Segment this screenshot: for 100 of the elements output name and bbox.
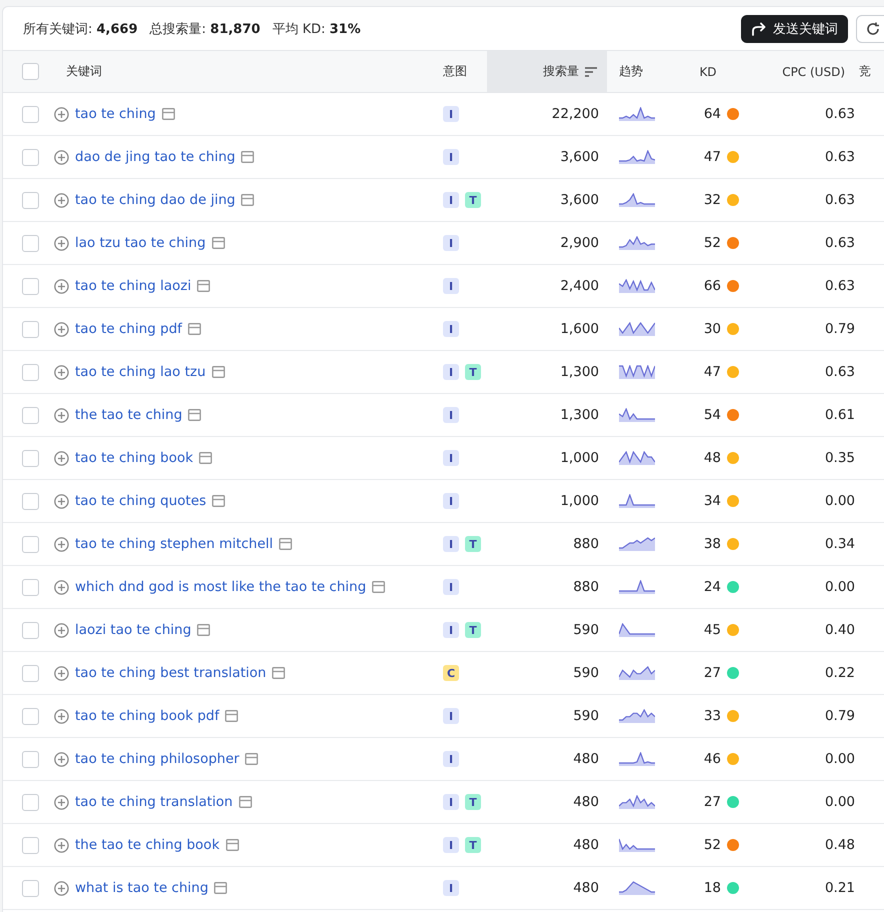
keyword-link[interactable]: the tao te ching [75, 407, 182, 423]
keyword-link[interactable]: dao de jing tao te ching [75, 149, 236, 165]
search-volume: 480 [573, 794, 599, 810]
keyword-link[interactable]: which dnd god is most like the tao te ching [75, 579, 366, 595]
kd-value: 52 [704, 235, 721, 251]
row-checkbox[interactable] [22, 148, 39, 166]
add-circle-icon[interactable] [54, 278, 69, 294]
serp-icon[interactable] [279, 538, 292, 550]
row-checkbox[interactable] [22, 536, 39, 552]
keyword-link[interactable]: tao te ching laozi [75, 278, 192, 294]
add-circle-icon[interactable] [54, 536, 69, 552]
send-keywords-button[interactable]: 发送关键词 [741, 14, 848, 42]
keyword-link[interactable]: tao te ching book [75, 450, 194, 466]
cpc-value: 0.34 [824, 536, 855, 552]
row-checkbox[interactable] [22, 664, 39, 682]
serp-icon[interactable] [162, 108, 175, 120]
add-circle-icon[interactable] [54, 794, 69, 810]
add-circle-icon[interactable] [54, 450, 69, 466]
keyword-link[interactable]: the tao te ching book [75, 837, 220, 853]
serp-icon[interactable] [212, 366, 225, 378]
serp-icon[interactable] [197, 624, 210, 636]
intent-tag: T [465, 837, 481, 853]
serp-icon[interactable] [188, 409, 202, 421]
intent-tag: I [443, 493, 459, 509]
keyword-link[interactable]: tao te ching translation [75, 794, 233, 810]
row-checkbox[interactable] [22, 794, 39, 810]
keyword-link[interactable]: tao te ching stephen mitchell [75, 536, 274, 552]
row-checkbox[interactable] [22, 492, 39, 510]
intent-tag: I [443, 364, 459, 380]
add-circle-icon[interactable] [54, 622, 69, 638]
serp-icon[interactable] [272, 667, 286, 679]
keyword-link[interactable]: tao te ching best translation [75, 665, 266, 681]
keyword-link[interactable]: tao te ching quotes [75, 493, 206, 509]
row-checkbox[interactable] [22, 880, 39, 896]
cpc-value: 0.63 [824, 192, 855, 208]
kd-value: 24 [704, 579, 721, 595]
intent-tag: I [443, 278, 459, 294]
serp-icon[interactable] [225, 710, 238, 722]
kd-value: 46 [704, 751, 721, 767]
row-checkbox[interactable] [22, 364, 39, 380]
intent-tag: I [443, 407, 459, 423]
serp-icon[interactable] [197, 280, 210, 292]
serp-icon[interactable] [245, 753, 258, 765]
trend-sparkline [619, 752, 655, 766]
add-circle-icon[interactable] [54, 708, 69, 724]
keyword-link[interactable]: tao te ching [75, 106, 156, 122]
add-circle-icon[interactable] [54, 106, 69, 122]
add-circle-icon[interactable] [54, 880, 69, 896]
add-circle-icon[interactable] [54, 580, 69, 594]
keyword-link[interactable]: tao te ching philosopher [75, 751, 240, 767]
serp-icon[interactable] [188, 323, 202, 335]
select-all-checkbox[interactable] [22, 63, 39, 80]
serp-icon[interactable] [238, 796, 252, 808]
keyword-link[interactable]: what is tao te ching [75, 880, 208, 896]
kd-value: 34 [704, 493, 721, 509]
cpc-value: 0.79 [824, 321, 855, 337]
serp-icon[interactable] [226, 839, 239, 851]
serp-icon[interactable] [212, 237, 225, 249]
row-checkbox[interactable] [22, 278, 39, 294]
kd-value: 66 [704, 278, 721, 294]
serp-icon[interactable] [199, 452, 212, 464]
serp-icon[interactable] [372, 581, 386, 593]
keyword-link[interactable]: tao te ching book pdf [75, 708, 220, 724]
intent-tag: I [443, 321, 459, 337]
search-volume: 22,200 [552, 106, 599, 122]
row-checkbox[interactable] [22, 750, 39, 768]
serp-icon[interactable] [214, 882, 228, 894]
row-checkbox[interactable] [22, 622, 39, 638]
serp-icon[interactable] [241, 194, 254, 206]
row-checkbox[interactable] [22, 578, 39, 596]
add-circle-icon[interactable] [54, 192, 69, 208]
add-circle-icon[interactable] [54, 408, 69, 422]
add-circle-icon[interactable] [54, 364, 69, 380]
row-checkbox[interactable] [22, 836, 39, 854]
keyword-link[interactable]: laozi tao te ching [75, 622, 192, 638]
add-circle-icon[interactable] [54, 838, 69, 852]
row-checkbox[interactable] [22, 106, 39, 122]
trend-sparkline [619, 279, 655, 293]
add-circle-icon[interactable] [54, 236, 69, 250]
keyword-link[interactable]: tao te ching lao tzu [75, 364, 206, 380]
row-checkbox[interactable] [22, 708, 39, 724]
cpc-value: 0.63 [824, 364, 855, 380]
row-checkbox[interactable] [22, 406, 39, 424]
row-checkbox[interactable] [22, 234, 39, 252]
row-checkbox[interactable] [22, 192, 39, 208]
serp-icon[interactable] [212, 495, 226, 507]
intent-tag: T [465, 364, 481, 380]
row-checkbox[interactable] [22, 450, 39, 466]
refresh-button[interactable] [856, 14, 884, 42]
row-checkbox[interactable] [22, 320, 39, 338]
keyword-link[interactable]: tao te ching dao de jing [75, 192, 236, 208]
add-circle-icon[interactable] [54, 150, 69, 164]
keyword-link[interactable]: lao tzu tao te ching [75, 235, 206, 251]
column-header[interactable]: 搜索量 [487, 51, 607, 92]
keyword-link[interactable]: tao te ching pdf [75, 321, 182, 337]
serp-icon[interactable] [241, 151, 254, 163]
add-circle-icon[interactable] [54, 322, 69, 336]
add-circle-icon[interactable] [54, 666, 69, 680]
add-circle-icon[interactable] [54, 752, 69, 766]
add-circle-icon[interactable] [54, 494, 69, 508]
